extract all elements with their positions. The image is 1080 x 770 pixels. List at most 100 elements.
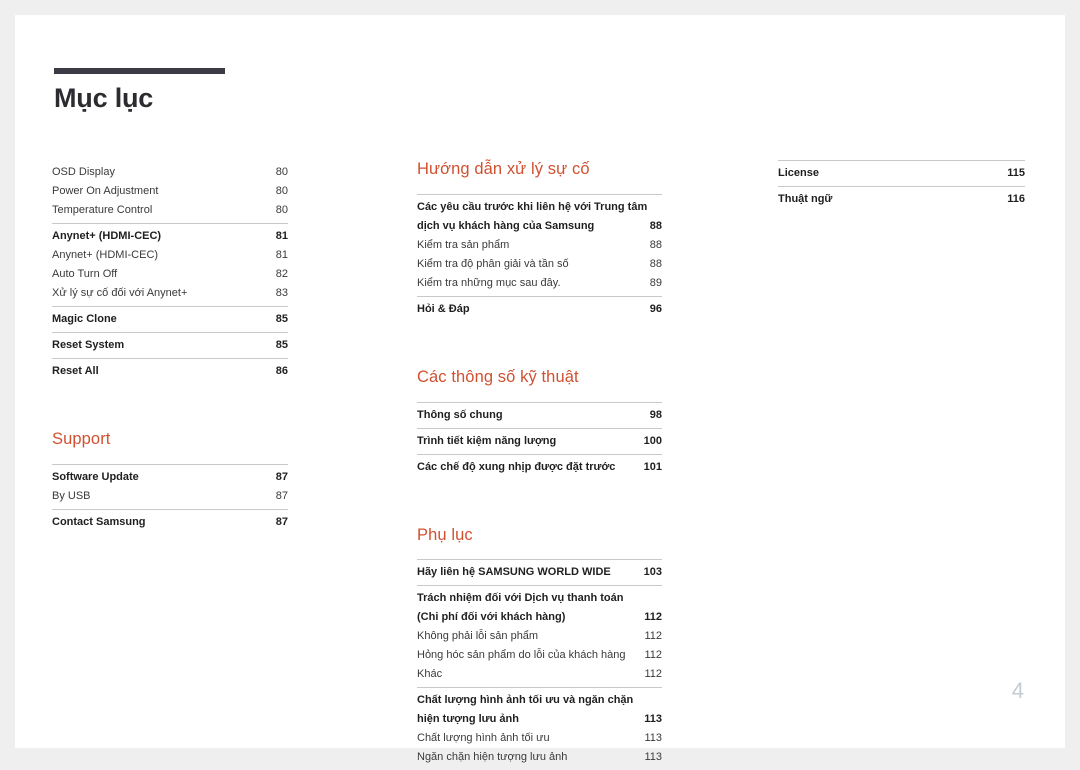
toc-entry[interactable]: Kiểm tra độ phân giải và tần số 88 (417, 255, 662, 274)
toc-entry-page-number: 86 (275, 365, 288, 377)
toc-group: Thuật ngữ 116 (778, 186, 1025, 212)
toc-entry-label: Anynet+ (HDMI-CEC) (52, 230, 162, 242)
toc-group: Chất lượng hình ảnh tối ưu và ngăn chặn h… (417, 687, 662, 770)
toc-entry-page-number: 85 (275, 313, 288, 325)
toc-entry[interactable]: Trách nhiệm đối với Dịch vụ thanh toán (417, 589, 662, 608)
toc-entry[interactable]: (Chi phí đối với khách hàng) 112 (417, 608, 662, 627)
page-title: Mục lục (54, 83, 154, 113)
section-heading: Support (52, 430, 111, 448)
toc-entry-page-number: 88 (649, 238, 662, 251)
toc-entry-page-number: 103 (643, 566, 662, 579)
toc-group: OSD Display 80 Power On Adjustment 80 Temper… (52, 160, 288, 223)
toc-entry-label: Hãy liên hệ SAMSUNG WORLD WIDE (417, 566, 611, 579)
toc-entry-page-number: 88 (649, 257, 662, 270)
toc-entry-page-number: 80 (275, 204, 288, 216)
toc-entry-page-number: 81 (275, 230, 288, 242)
toc-entry[interactable]: Các chế độ xung nhịp được đặt trước 101 (417, 458, 662, 477)
toc-entry[interactable]: Anynet+ (HDMI-CEC) 81 (52, 246, 288, 265)
toc-entry-page-number: 80 (275, 166, 288, 178)
toc-entry[interactable]: OSD Display 80 (52, 163, 288, 182)
toc-entry-label: Software Update (52, 470, 139, 483)
toc-entry[interactable]: Software Update 87 (52, 468, 288, 487)
toc-entry[interactable]: Thông số chung 98 (417, 406, 662, 425)
toc-entry-page-number: 112 (644, 649, 662, 662)
toc-entry-page-number: 115 (1007, 167, 1025, 179)
toc-entry-page-number: 113 (644, 732, 662, 745)
toc-entry[interactable]: Các yêu cầu trước khi liên hệ với Trung … (417, 198, 662, 217)
toc-entry-label: Reset System (52, 339, 125, 351)
toc-group: Hãy liên hệ SAMSUNG WORLD WIDE 103 (417, 559, 662, 585)
toc-group: Hỏi & Đáp 96 (417, 295, 662, 322)
toc-entry[interactable]: License 115 (778, 164, 1025, 183)
toc-entry[interactable]: Anynet+ (HDMI-CEC) 81 (52, 227, 288, 246)
toc-entry[interactable]: Chất lượng hình ảnh tối ưu và ngăn chặn (417, 691, 662, 710)
toc-entry-label: Trách nhiệm đối với Dịch vụ thanh toán (417, 592, 624, 605)
toc-entry-page-number: 116 (1007, 193, 1025, 205)
toc-entry-page-number: 82 (275, 268, 288, 280)
toc-entry[interactable]: By USB 87 (52, 487, 288, 506)
toc-group: Các chế độ xung nhịp được đặt trước 101 (417, 453, 662, 480)
toc-entry-label: Các chế độ xung nhịp được đặt trước (417, 460, 616, 473)
toc-entry-label: License (778, 167, 819, 179)
toc-entry-page-number: 88 (649, 219, 662, 232)
toc-entry-label: Xử lý sự cố đối với Anynet+ (52, 287, 188, 299)
toc-entry[interactable]: Xử lý sự cố đối với Anynet+ 83 (52, 284, 288, 303)
toc-entry[interactable]: Trình tiết kiệm năng lượng 100 (417, 432, 662, 451)
toc-entry-page-number: 87 (275, 489, 288, 502)
toc-entry[interactable]: dịch vụ khách hàng của Samsung 88 (417, 217, 662, 236)
toc-entry-label: dịch vụ khách hàng của Samsung (417, 219, 595, 232)
toc-entry-label: Auto Turn Off (52, 268, 118, 280)
toc-entry-label: Hỏi & Đáp (417, 302, 470, 315)
toc-entry[interactable]: hiện tượng lưu ảnh 113 (417, 710, 662, 729)
toc-entry[interactable]: Hỏng hóc sản phẩm do lỗi của khách hàng 1… (417, 646, 662, 665)
toc-entry-label: Ngăn chặn hiện tượng lưu ảnh (417, 751, 568, 764)
toc-entry-label: OSD Display (52, 166, 115, 178)
toc-entry-page-number: 101 (643, 460, 662, 473)
toc-entry[interactable]: Ngăn chặn hiện tượng lưu ảnh 113 (417, 748, 662, 767)
toc-entry[interactable]: Reset System 85 (52, 336, 288, 355)
toc-entry-page-number: 98 (649, 408, 662, 421)
toc-entry[interactable]: Không phải lỗi sản phẩm 112 (417, 627, 662, 646)
toc-entry[interactable]: Auto Turn Off 82 (52, 265, 288, 284)
toc-entry-label: By USB (52, 489, 91, 502)
toc-entry-label: Chất lượng hình ảnh tối ưu và ngăn chặn (417, 694, 634, 707)
toc-entry-page-number: 87 (275, 470, 288, 483)
toc-group: Reset System 85 (52, 332, 288, 358)
toc-entry-label: Power On Adjustment (52, 185, 159, 197)
toc-entry[interactable]: Thuật ngữ 116 (778, 190, 1025, 209)
toc-group: Software Update 87 By USB 87 (52, 463, 288, 509)
toc-entry-label: Không phải lỗi sản phẩm (417, 630, 539, 643)
toc-entry-label: Thuật ngữ (778, 193, 833, 205)
section-heading: Các thông số kỹ thuật (417, 367, 579, 386)
toc-entry-label: Magic Clone (52, 313, 117, 325)
toc-entry-label: Contact Samsung (52, 515, 146, 528)
toc-entry[interactable]: Khác 112 (417, 665, 662, 684)
toc-group: License 115 (778, 160, 1025, 186)
toc-group: Thông số chung 98 (417, 401, 662, 428)
toc-entry-label: Kiểm tra sản phẩm (417, 238, 510, 251)
toc-entry[interactable]: Temperature Control 80 (52, 201, 288, 220)
document-page: Mục lục OSD Display 80 Power On Adjustment… (15, 15, 1065, 763)
toc-entry[interactable]: Reset All 86 (52, 362, 288, 381)
toc-entry-page-number: 81 (275, 249, 288, 261)
toc-column-2: Hướng dẫn xử lý sự cố Các yêu cầu trước k… (417, 160, 662, 770)
toc-group: Trách nhiệm đối với Dịch vụ thanh toán (C… (417, 585, 662, 687)
toc-entry[interactable]: Hỏi & Đáp 96 (417, 300, 662, 319)
toc-entry-label: Anynet+ (HDMI-CEC) (52, 249, 159, 261)
toc-entry[interactable]: Power On Adjustment 80 (52, 182, 288, 201)
toc-group: Các yêu cầu trước khi liên hệ với Trung … (417, 193, 662, 296)
toc-entry-page-number: 113 (644, 751, 662, 764)
toc-entry-page-number: 87 (275, 515, 288, 528)
toc-entry[interactable]: Kiểm tra những mục sau đây. 89 (417, 274, 662, 293)
toc-entry[interactable]: Contact Samsung 87 (52, 513, 288, 532)
toc-group: Reset All 86 (52, 358, 288, 384)
toc-entry-page-number: 89 (649, 276, 662, 289)
toc-group: Trình tiết kiệm năng lượng 100 (417, 427, 662, 454)
toc-entry-label: Kiểm tra độ phân giải và tần số (417, 257, 569, 270)
toc-entry-label: Các yêu cầu trước khi liên hệ với Trung … (417, 200, 648, 213)
toc-entry[interactable]: Hãy liên hệ SAMSUNG WORLD WIDE 103 (417, 563, 662, 582)
toc-entry-label: Chất lượng hình ảnh tối ưu (417, 732, 550, 745)
toc-entry[interactable]: Magic Clone 85 (52, 310, 288, 329)
toc-entry[interactable]: Chất lượng hình ảnh tối ưu 113 (417, 729, 662, 748)
toc-entry[interactable]: Kiểm tra sản phẩm 88 (417, 236, 662, 255)
